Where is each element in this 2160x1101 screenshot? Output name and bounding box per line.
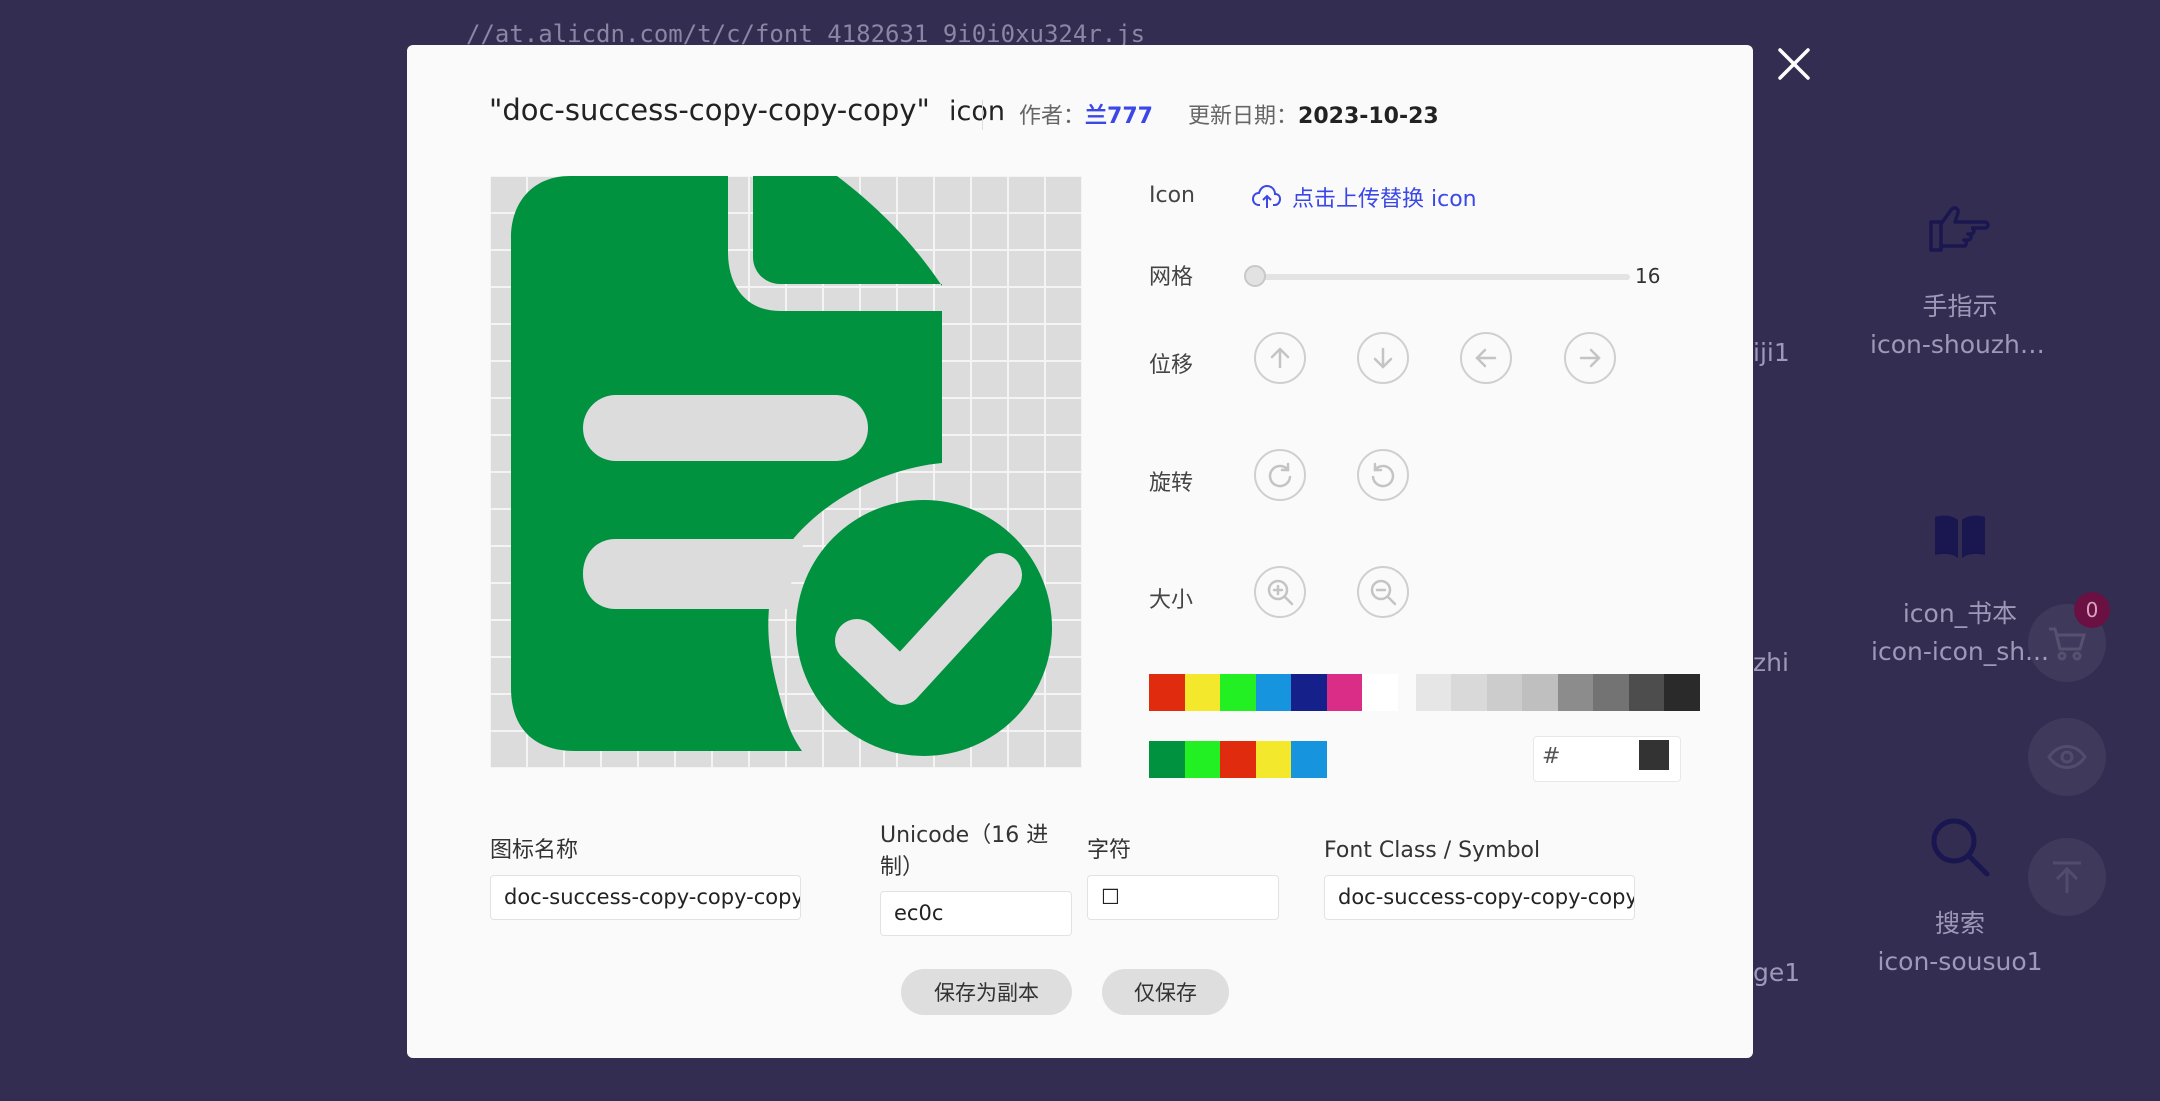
color-swatch[interactable] — [1415, 674, 1451, 711]
class-field-label: Font Class / Symbol — [1324, 838, 1541, 863]
color-swatch[interactable] — [1664, 674, 1700, 711]
grid-value: 16 — [1635, 264, 1661, 288]
zoom-out-icon — [1370, 579, 1397, 606]
move-left-button[interactable] — [1460, 332, 1512, 384]
rotate-counterclockwise-button[interactable] — [1357, 449, 1409, 501]
color-swatch[interactable] — [1184, 674, 1220, 711]
save-only-button[interactable]: 仅保存 — [1102, 969, 1229, 1015]
bg-icon-item-book[interactable]: icon_书本 icon-icon_sh... — [1870, 497, 2050, 671]
icon-name-field[interactable]: doc-success-copy-copy-copy — [490, 875, 801, 920]
rotate-clockwise-icon — [1268, 462, 1292, 488]
recent-color-swatch[interactable] — [1184, 741, 1220, 778]
zoom-in-button[interactable] — [1254, 566, 1306, 618]
bg-item-code: icon-icon_sh... — [1871, 637, 2049, 666]
bg-item-code: icon-shouzhi... — [1870, 330, 2050, 359]
hex-color-preview[interactable] — [1639, 740, 1669, 770]
zoom-in-icon — [1267, 579, 1294, 606]
author-info: 作者：兰777 — [1019, 98, 1153, 130]
color-swatch[interactable] — [1557, 674, 1593, 711]
cloud-upload-icon — [1252, 185, 1282, 208]
bg-icon-item-sousuo[interactable]: 搜索 icon-sousuo1 — [1870, 807, 2050, 981]
recent-color-swatch[interactable] — [1220, 741, 1256, 778]
char-field[interactable]: ☐ — [1087, 875, 1279, 920]
move-label: 位移 — [1149, 353, 1194, 378]
unicode-field[interactable]: ec0c — [880, 891, 1072, 936]
rotate-clockwise-button[interactable] — [1254, 449, 1306, 501]
recent-color-swatch[interactable] — [1255, 741, 1291, 778]
arrow-down-icon — [1373, 347, 1393, 369]
font-class-field[interactable]: doc-success-copy-copy-copy — [1324, 875, 1635, 920]
icon-edit-dialog: "doc-success-copy-copy-copy" icon 作者：兰77… — [407, 45, 1753, 1058]
color-swatch[interactable] — [1451, 674, 1487, 711]
close-icon[interactable] — [1774, 44, 1814, 84]
book-icon — [1870, 497, 2050, 577]
icon-label: Icon — [1149, 183, 1195, 208]
color-swatch[interactable] — [1326, 674, 1362, 711]
color-swatch[interactable] — [1255, 674, 1291, 711]
bg-partial-label: ge1 — [1753, 958, 1801, 987]
bg-item-label: 手指示 — [1922, 292, 1998, 321]
save-as-copy-button[interactable]: 保存为副本 — [901, 969, 1072, 1015]
top-float-button[interactable] — [2028, 838, 2106, 916]
size-label: 大小 — [1149, 588, 1194, 613]
recent-color-swatch[interactable] — [1291, 741, 1327, 778]
hex-prefix: # — [1542, 744, 1561, 769]
char-field-label: 字符 — [1087, 838, 1132, 863]
author-link[interactable]: 兰777 — [1085, 104, 1153, 129]
grid-label: 网格 — [1149, 265, 1194, 290]
move-up-button[interactable] — [1254, 332, 1306, 384]
color-palette — [1149, 674, 1700, 711]
title-suffix: icon — [949, 96, 1006, 127]
icon-name-title: "doc-success-copy-copy-copy" — [489, 93, 930, 127]
color-swatch[interactable] — [1593, 674, 1629, 711]
color-swatch[interactable] — [1362, 674, 1398, 711]
bg-item-code: icon-sousuo1 — [1877, 947, 2043, 976]
color-swatch[interactable] — [1628, 674, 1664, 711]
recent-color-palette — [1149, 741, 1327, 778]
arrow-up-icon — [1270, 347, 1290, 369]
recent-color-swatch[interactable] — [1149, 741, 1185, 778]
hex-color-input[interactable] — [1565, 742, 1635, 774]
author-label: 作者： — [1019, 104, 1086, 129]
pointing-hand-icon — [1870, 190, 2050, 270]
move-right-button[interactable] — [1564, 332, 1616, 384]
bg-icon-item-shouzhi[interactable]: 手指示 icon-shouzhi... — [1870, 190, 2050, 364]
color-swatch[interactable] — [1522, 674, 1558, 711]
color-swatch[interactable] — [1486, 674, 1522, 711]
move-down-button[interactable] — [1357, 332, 1409, 384]
background-url-text: //at.alicdn.com/t/c/font_4182631_9i0i0xu… — [466, 20, 1146, 48]
rotate-label: 旋转 — [1149, 471, 1194, 496]
date-info: 更新日期：2023-10-23 — [1188, 98, 1439, 130]
bg-partial-label: iji1 — [1753, 338, 1790, 367]
color-swatch[interactable] — [1149, 674, 1185, 711]
arrow-right-icon — [1579, 348, 1601, 368]
icon-preview-grid — [490, 176, 1082, 768]
date-label: 更新日期： — [1188, 104, 1299, 129]
eye-float-button[interactable] — [2028, 718, 2106, 796]
unicode-field-label: Unicode（16 进制） — [880, 823, 1049, 880]
color-swatch[interactable] — [1291, 674, 1327, 711]
search-icon — [1870, 807, 2050, 887]
bg-partial-label: zhi — [1753, 648, 1789, 677]
upload-replace-link[interactable]: 点击上传替换 icon — [1252, 181, 1477, 213]
arrow-left-icon — [1475, 348, 1497, 368]
dialog-title: "doc-success-copy-copy-copy" icon — [489, 93, 1005, 127]
palette-gap — [1398, 674, 1416, 711]
upload-label: 点击上传替换 icon — [1292, 187, 1477, 212]
date-value: 2023-10-23 — [1298, 104, 1439, 129]
bg-item-label: 搜索 — [1934, 909, 1985, 938]
rotate-counterclockwise-icon — [1371, 462, 1395, 488]
doc-success-icon — [511, 176, 1052, 756]
name-field-label: 图标名称 — [490, 838, 579, 863]
grid-slider-track[interactable] — [1254, 274, 1630, 280]
title-divider — [982, 100, 983, 130]
grid-slider-thumb[interactable] — [1244, 265, 1266, 287]
cart-count-badge: 0 — [2074, 592, 2110, 628]
bg-item-label: icon_书本 — [1902, 599, 2018, 628]
zoom-out-button[interactable] — [1357, 566, 1409, 618]
color-swatch[interactable] — [1220, 674, 1256, 711]
